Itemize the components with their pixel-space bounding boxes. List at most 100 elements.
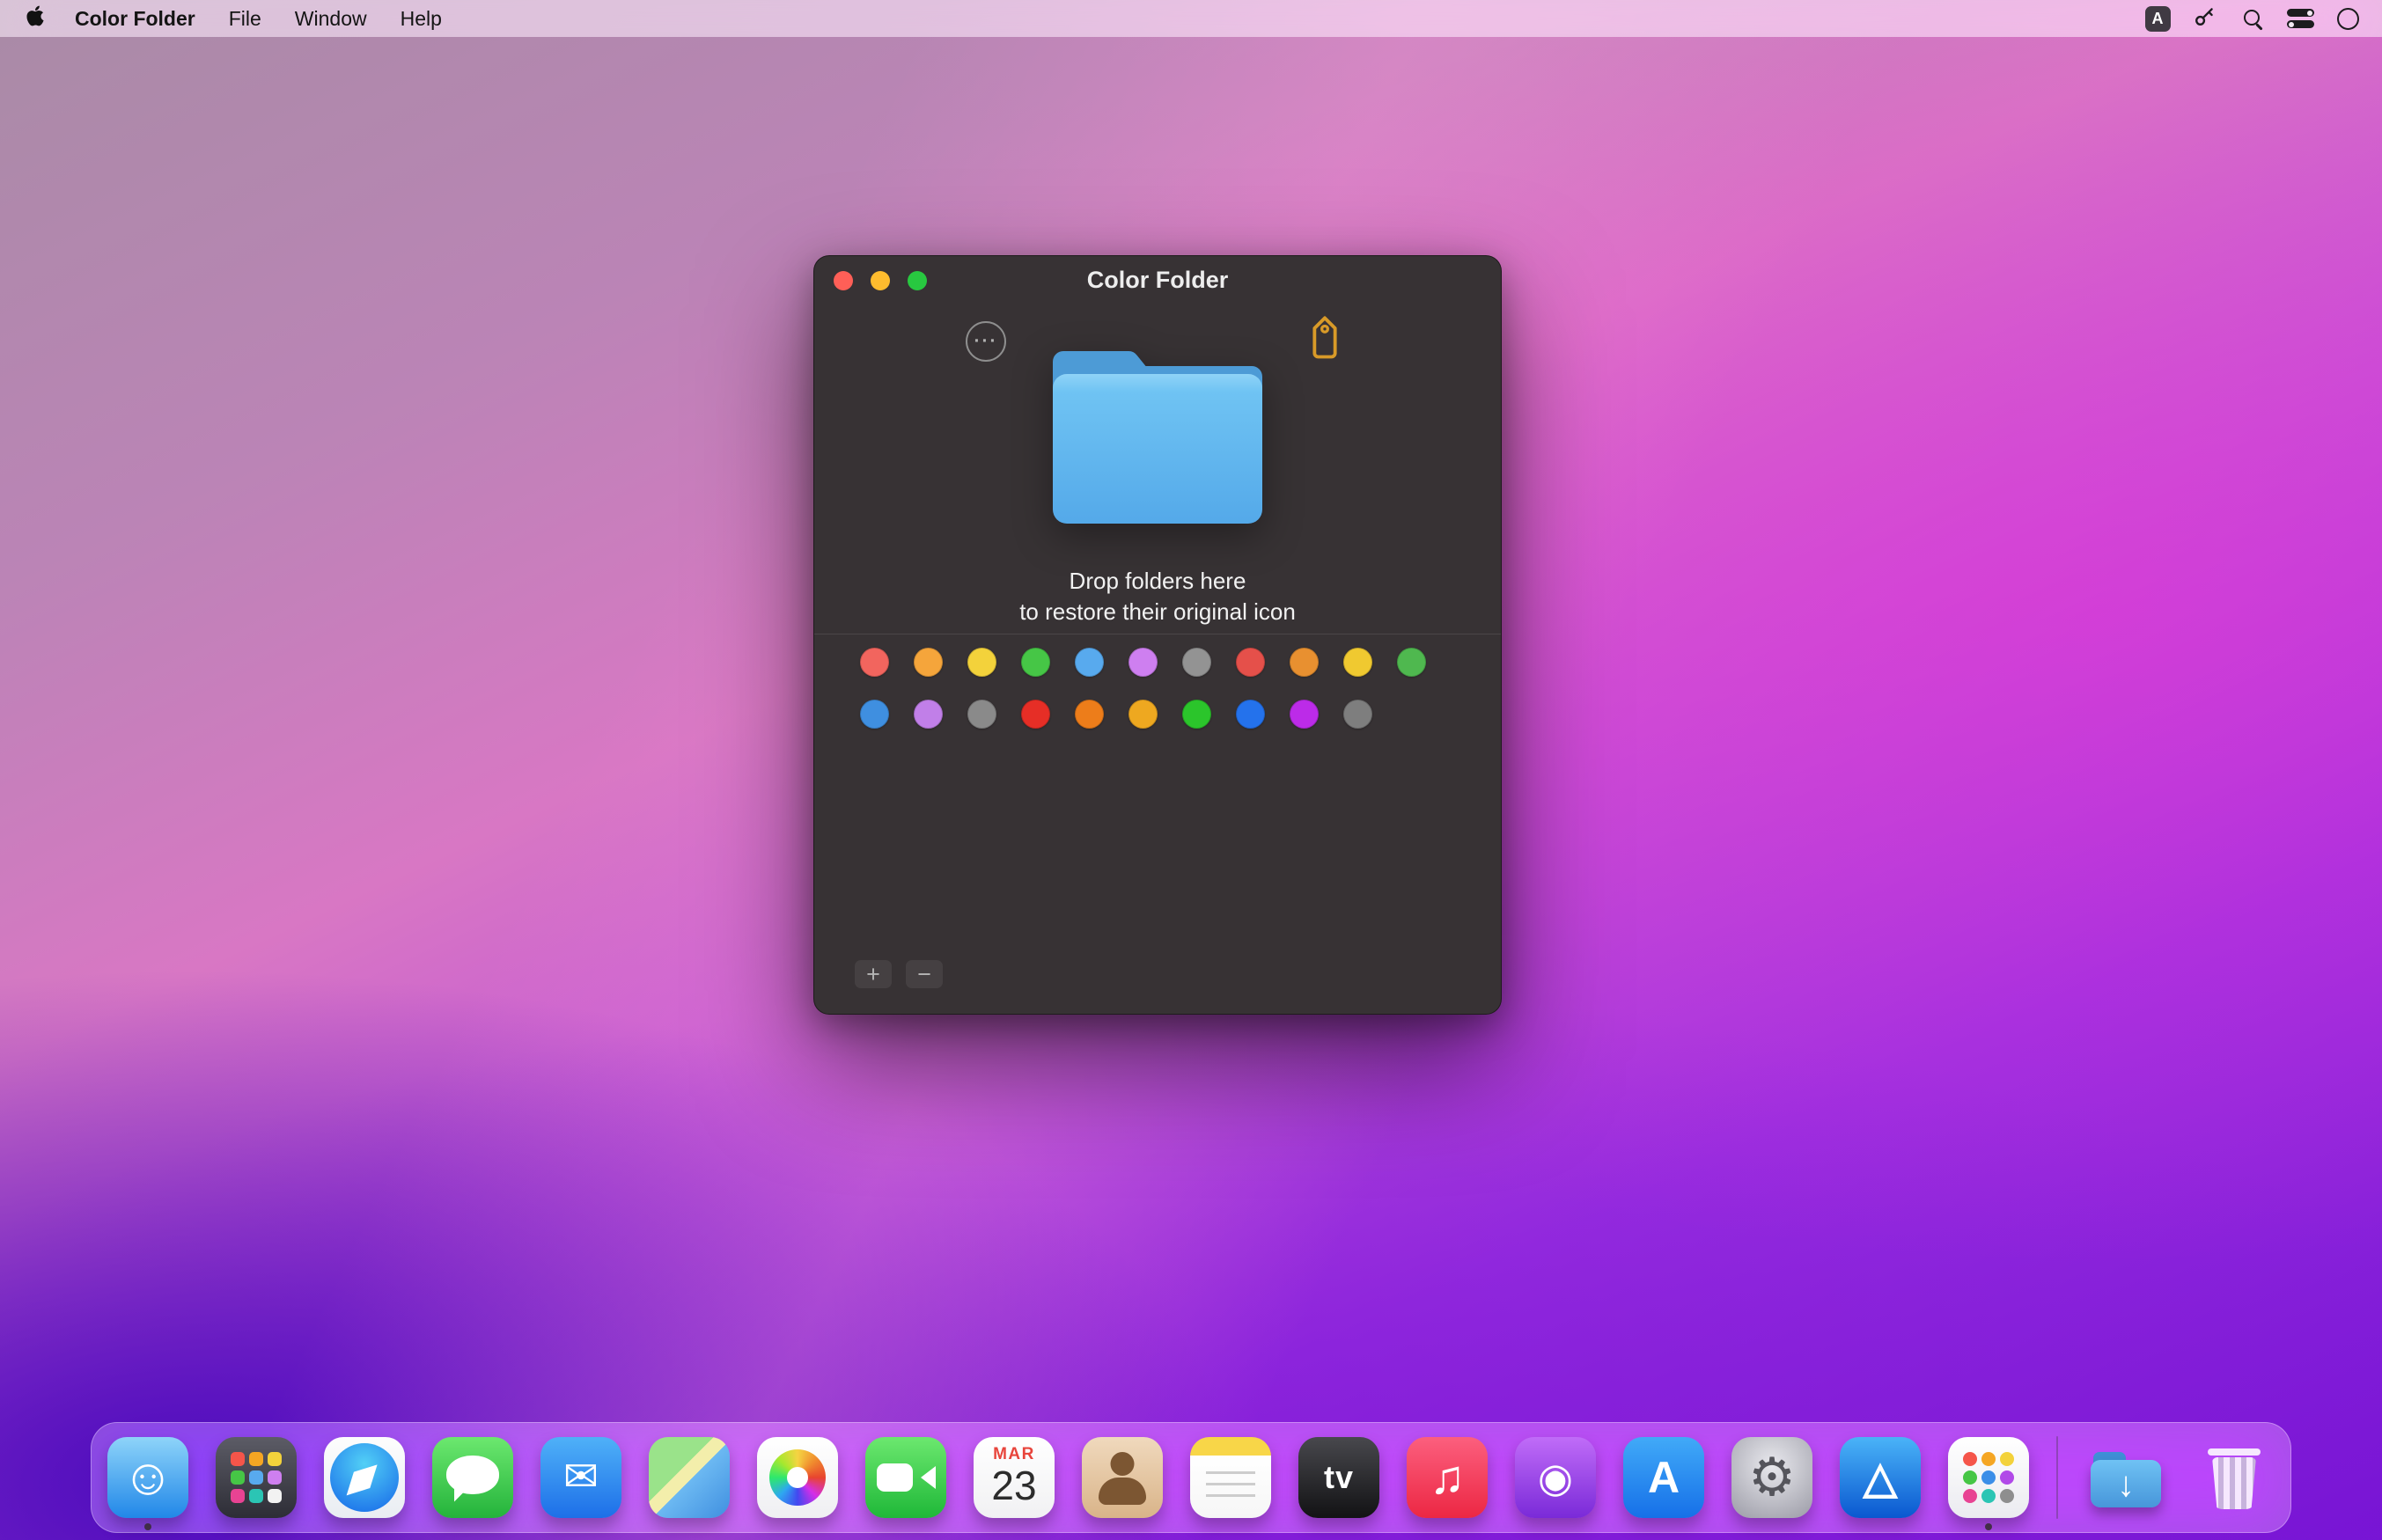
color-swatch[interactable] — [1290, 648, 1319, 677]
key-status-menu[interactable] — [2188, 4, 2222, 33]
color-swatch[interactable] — [1397, 648, 1426, 677]
safari-icon: ◆ — [324, 1437, 405, 1518]
swatch-rows — [860, 648, 1426, 729]
drop-instructions-line1: Drop folders here — [1069, 568, 1246, 594]
dock-item-appstore[interactable]: A — [1623, 1422, 1704, 1533]
zoom-button[interactable] — [908, 271, 927, 290]
facetime-icon — [865, 1437, 946, 1518]
menu-app-name[interactable]: Color Folder — [58, 0, 212, 37]
close-button[interactable] — [834, 271, 853, 290]
tag-icon — [1307, 315, 1342, 362]
more-options-button[interactable]: ··· — [966, 321, 1006, 362]
status-ring-menu[interactable] — [2331, 4, 2364, 33]
menu-file[interactable]: File — [212, 0, 278, 37]
color-swatch[interactable] — [860, 648, 889, 677]
traffic-lights — [834, 271, 927, 290]
color-swatch[interactable] — [1075, 648, 1104, 677]
color-swatch[interactable] — [1021, 700, 1050, 729]
color-folder-window: Color Folder ··· Drop folders here to re… — [813, 255, 1502, 1015]
minimize-button[interactable] — [871, 271, 890, 290]
color-swatch[interactable] — [1182, 648, 1211, 677]
menu-window[interactable]: Window — [278, 0, 384, 37]
key-icon — [2194, 4, 2217, 33]
dock: ☺ ◆ ✉ MAR 23 tv ♫ ◉ A ⚙ △ ↓ — [91, 1422, 2291, 1533]
color-swatch[interactable] — [1290, 700, 1319, 729]
photos-icon — [757, 1437, 838, 1518]
menu-bar-left: Color Folder File Window Help — [18, 0, 459, 37]
color-swatch[interactable] — [1075, 700, 1104, 729]
tag-button[interactable] — [1304, 312, 1346, 363]
colorfolder-app-icon — [1948, 1437, 2029, 1518]
menu-help[interactable]: Help — [384, 0, 459, 37]
color-swatch[interactable] — [1343, 700, 1372, 729]
color-swatch[interactable] — [1129, 648, 1158, 677]
spotlight-menu[interactable] — [2236, 4, 2269, 33]
dock-item-music[interactable]: ♫ — [1407, 1422, 1488, 1533]
color-swatch[interactable] — [1236, 700, 1265, 729]
appstore-icon: A — [1623, 1437, 1704, 1518]
dock-item-mail[interactable]: ✉ — [540, 1422, 621, 1533]
dock-item-finder[interactable]: ☺ — [107, 1422, 188, 1533]
dock-item-settings[interactable]: ⚙ — [1731, 1422, 1812, 1533]
contacts-icon — [1082, 1437, 1163, 1518]
dock-item-trash[interactable] — [2194, 1422, 2275, 1533]
color-swatch[interactable] — [1021, 648, 1050, 677]
triangle-app-icon: △ — [1840, 1437, 1921, 1518]
dock-separator — [2056, 1436, 2058, 1519]
control-center-menu[interactable] — [2283, 4, 2317, 33]
dock-item-launchpad[interactable] — [216, 1422, 297, 1533]
color-swatch[interactable] — [1343, 648, 1372, 677]
dock-item-contacts[interactable] — [1082, 1422, 1163, 1533]
dock-item-notes[interactable] — [1190, 1422, 1271, 1533]
color-swatch[interactable] — [914, 648, 943, 677]
window-titlebar[interactable]: Color Folder — [814, 256, 1501, 304]
color-swatch[interactable] — [1182, 700, 1211, 729]
calendar-icon: MAR 23 — [974, 1437, 1055, 1518]
music-icon: ♫ — [1407, 1437, 1488, 1518]
color-swatch[interactable] — [860, 700, 889, 729]
search-icon — [2241, 7, 2265, 31]
dock-item-calendar[interactable]: MAR 23 — [974, 1422, 1055, 1533]
dock-item-messages[interactable] — [432, 1422, 513, 1533]
color-swatch[interactable] — [1129, 700, 1158, 729]
dock-item-colorfolder-app[interactable] — [1948, 1422, 2029, 1533]
finder-icon: ☺ — [107, 1437, 188, 1518]
running-indicator — [144, 1523, 151, 1530]
downloads-icon: ↓ — [2085, 1437, 2166, 1518]
dock-item-maps[interactable] — [649, 1422, 730, 1533]
dock-item-facetime[interactable] — [865, 1422, 946, 1533]
drop-instructions: Drop folders here to restore their origi… — [814, 566, 1501, 627]
color-swatch[interactable] — [967, 648, 996, 677]
apple-logo-icon — [26, 4, 44, 33]
mail-icon: ✉ — [540, 1437, 621, 1518]
apple-menu[interactable] — [18, 4, 58, 33]
running-indicator — [1985, 1523, 1992, 1530]
folder-drop-zone[interactable] — [1039, 330, 1276, 534]
remove-color-button[interactable]: − — [906, 960, 943, 988]
dock-item-appletv[interactable]: tv — [1298, 1422, 1379, 1533]
menu-bar-status: A — [2141, 4, 2364, 33]
drop-instructions-line2: to restore their original icon — [1019, 598, 1296, 625]
swatch-row — [860, 648, 1426, 677]
status-ring-icon — [2336, 7, 2359, 30]
dock-item-podcasts[interactable]: ◉ — [1515, 1422, 1596, 1533]
trash-icon — [2194, 1437, 2275, 1518]
add-color-button[interactable]: + — [855, 960, 892, 988]
dock-item-safari[interactable]: ◆ — [324, 1422, 405, 1533]
messages-icon — [432, 1437, 513, 1518]
menu-bar: Color Folder File Window Help A — [0, 0, 2382, 37]
color-swatch[interactable] — [914, 700, 943, 729]
color-swatch[interactable] — [1236, 648, 1265, 677]
input-source-menu[interactable]: A — [2141, 4, 2174, 33]
dock-item-photos[interactable] — [757, 1422, 838, 1533]
launchpad-icon — [216, 1437, 297, 1518]
notes-icon — [1190, 1437, 1271, 1518]
swatch-row — [860, 700, 1426, 729]
color-swatch[interactable] — [967, 700, 996, 729]
podcasts-icon: ◉ — [1515, 1437, 1596, 1518]
dock-item-triangle-app[interactable]: △ — [1840, 1422, 1921, 1533]
dock-item-downloads[interactable]: ↓ — [2085, 1422, 2166, 1533]
control-center-icon — [2286, 9, 2314, 28]
input-source-icon: A — [2144, 5, 2171, 32]
folder-icon — [1039, 350, 1276, 538]
